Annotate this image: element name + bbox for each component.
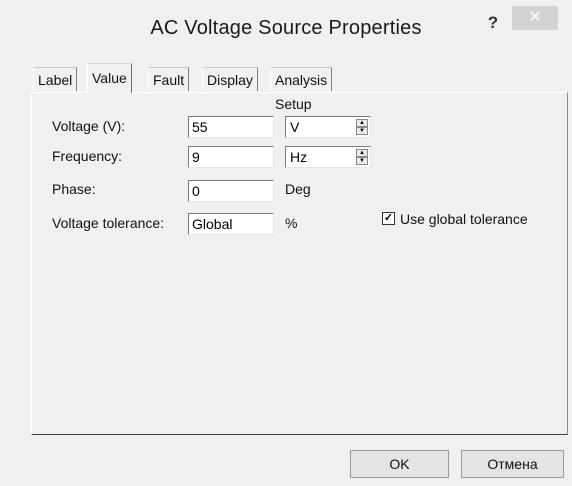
ok-button[interactable]: OK	[350, 450, 449, 478]
voltage-unit-select[interactable]: V ▲ ▼	[285, 116, 371, 138]
voltage-label: Voltage (V):	[52, 118, 126, 134]
phase-unit: Deg	[285, 181, 311, 197]
voltage-unit-spinner[interactable]: ▲ ▼	[356, 119, 368, 135]
tab-value[interactable]: Value	[87, 63, 132, 93]
frequency-unit-value: Hz	[290, 149, 308, 165]
frequency-unit-select[interactable]: Hz ▲ ▼	[285, 146, 371, 168]
spin-up-icon[interactable]: ▲	[356, 119, 368, 127]
tab-fault[interactable]: Fault	[148, 67, 190, 91]
phase-input[interactable]: 0	[188, 180, 274, 202]
frequency-unit-spinner[interactable]: ▲ ▼	[356, 149, 368, 165]
spin-down-icon[interactable]: ▼	[356, 127, 368, 135]
tab-display[interactable]: Display	[202, 67, 258, 91]
phase-label: Phase:	[52, 181, 96, 197]
frequency-input[interactable]: 9	[188, 146, 274, 168]
title-bar: AC Voltage Source Properties ? ✕	[0, 0, 572, 54]
cancel-button[interactable]: Отмена	[461, 450, 564, 478]
use-global-tolerance-label[interactable]: Use global tolerance	[400, 211, 528, 227]
properties-dialog: AC Voltage Source Properties ? ✕ Label V…	[0, 0, 572, 486]
close-button[interactable]: ✕	[512, 6, 558, 30]
tolerance-unit: %	[285, 215, 298, 231]
close-icon: ✕	[528, 9, 542, 26]
tab-panel	[31, 92, 568, 435]
use-global-tolerance-checkbox[interactable]: ✓	[382, 212, 395, 225]
tab-label[interactable]: Label	[33, 67, 78, 91]
voltage-unit-value: V	[290, 119, 300, 135]
voltage-input[interactable]: 55	[188, 116, 274, 138]
checkmark-icon: ✓	[383, 212, 394, 224]
tab-analysis-setup[interactable]: Analysis Setup	[270, 67, 333, 112]
spin-down-icon[interactable]: ▼	[356, 157, 368, 165]
tolerance-input[interactable]: Global	[188, 213, 274, 235]
spin-up-icon[interactable]: ▲	[356, 149, 368, 157]
help-button[interactable]: ?	[480, 10, 506, 36]
frequency-label: Frequency:	[52, 148, 123, 164]
tolerance-label: Voltage tolerance:	[52, 215, 165, 231]
